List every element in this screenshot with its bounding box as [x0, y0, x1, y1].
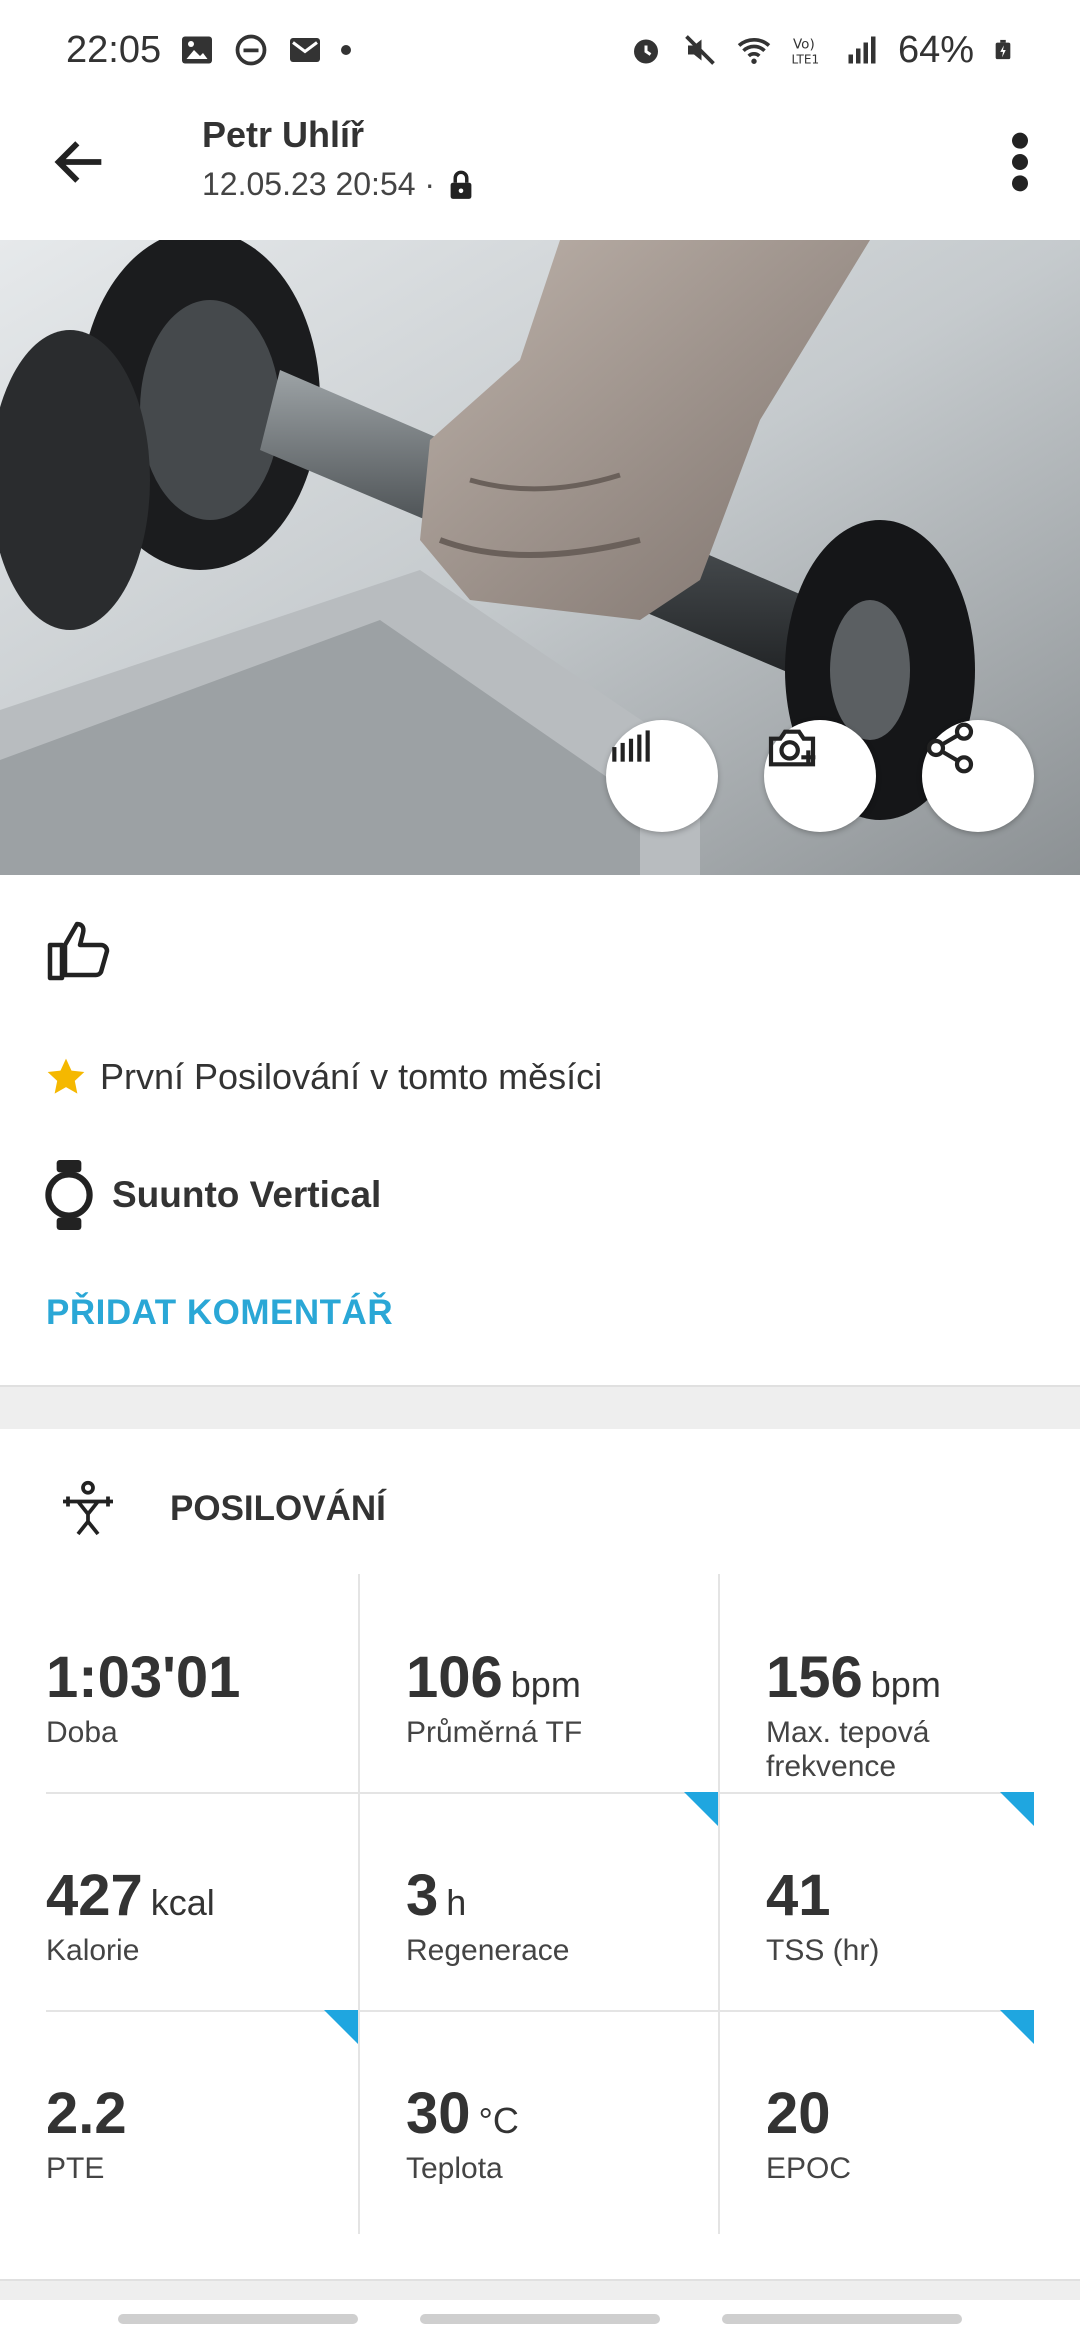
activity-type-title: POSILOVÁNÍ	[170, 1489, 386, 1528]
stat-recovery[interactable]: 3h Regenerace	[406, 1792, 720, 2010]
device-row: Suunto Vertical	[44, 1160, 381, 1230]
gesture-bar	[0, 2300, 1080, 2340]
analysis-icon	[612, 730, 650, 762]
info-corner-marker	[324, 2010, 358, 2044]
gallery-icon	[182, 36, 213, 64]
stat-temperature[interactable]: 30 °C Teplota	[406, 2010, 720, 2228]
mail-icon	[290, 38, 321, 62]
stat-tss[interactable]: 41 TSS (hr)	[766, 1792, 1080, 2010]
wifi-icon	[737, 38, 771, 64]
info-corner-marker	[684, 1792, 718, 1826]
svg-text:LTE1: LTE1	[791, 53, 819, 67]
stat-label: Max. tepová frekvence	[766, 1716, 930, 1783]
stat-value: 106	[406, 1645, 503, 1710]
info-corner-marker	[1000, 1792, 1034, 1826]
stat-value: 20	[766, 2081, 831, 2146]
stat-unit: h	[446, 1882, 467, 1923]
stat-unit: bpm	[510, 1664, 581, 1705]
stat-value: 427	[46, 1863, 143, 1928]
stat-label: Kalorie	[46, 1934, 140, 1967]
stat-label: Doba	[46, 1716, 118, 1749]
stat-label: Průměrná TF	[406, 1716, 583, 1749]
app-header: Petr Uhlíř 12.05.23 20:54 ·	[0, 100, 1080, 240]
stat-value: 41	[766, 1863, 831, 1928]
stats-grid: 1:03'01 Doba 106 bpm Průměrná TF 156 bpm M…	[46, 1574, 1034, 2234]
add-photo-icon	[768, 729, 816, 767]
volte-icon: Vo)LTE1	[791, 37, 819, 67]
stat-value: 30	[406, 2081, 471, 2146]
stat-label: Teplota	[406, 2152, 503, 2185]
activity-datetime: 12.05.23 20:54 ·	[202, 166, 436, 202]
nav-pill[interactable]	[722, 2314, 962, 2324]
star-icon	[47, 1058, 85, 1094]
alarm-icon	[633, 39, 658, 64]
dnd-icon	[235, 34, 267, 66]
stat-unit: kcal	[150, 1882, 215, 1923]
share-icon	[926, 722, 974, 774]
signal-icon	[848, 36, 876, 64]
svg-text:Vo): Vo)	[793, 37, 815, 53]
add-photo-button[interactable]	[764, 720, 876, 832]
activity-info: První Posilování v tomto měsíci Suunto V…	[0, 875, 1080, 1385]
stat-duration[interactable]: 1:03'01 Doba	[46, 1574, 360, 1792]
battery-percent: 64%	[897, 28, 974, 71]
weightlifting-icon	[63, 1480, 113, 1536]
nav-pill[interactable]	[118, 2314, 358, 2324]
add-comment-button[interactable]: PŘIDAT KOMENTÁŘ	[46, 1293, 393, 1333]
user-name: Petr Uhlíř	[202, 114, 365, 155]
share-button[interactable]	[922, 720, 1034, 832]
watch-icon	[45, 1160, 93, 1230]
device-name: Suunto Vertical	[112, 1174, 382, 1215]
info-corner-marker	[1000, 2010, 1034, 2044]
stat-max-hr[interactable]: 156 bpm Max. tepová frekvence	[766, 1574, 1080, 1792]
mute-icon	[685, 35, 715, 65]
status-bar: 22:05 Vo) LTE1 64%	[0, 0, 1080, 100]
stat-label: EPOC	[766, 2152, 852, 2185]
achievement-text: První Posilování v tomto měsíci	[100, 1056, 603, 1097]
battery-charging-icon	[995, 39, 1011, 60]
more-vert-icon[interactable]	[1000, 130, 1040, 194]
stat-unit: °C	[478, 2100, 519, 2141]
achievement-row: První Posilování v tomto měsíci	[44, 1055, 602, 1099]
stat-label: PTE	[46, 2152, 105, 2185]
stat-value: 3	[406, 1863, 439, 1928]
stat-label: Regenerace	[406, 1934, 570, 1967]
lock-icon	[450, 170, 472, 199]
status-time: 22:05	[66, 28, 162, 71]
back-arrow-icon[interactable]	[48, 130, 112, 194]
stat-label: TSS (hr)	[766, 1934, 880, 1967]
dot-icon	[341, 45, 352, 55]
section-divider	[0, 1385, 1080, 1429]
stat-unit: bpm	[870, 1664, 941, 1705]
stat-value: 2.2	[46, 2081, 127, 2146]
activity-type-header: POSILOVÁNÍ	[58, 1479, 386, 1539]
stat-value: 156	[766, 1645, 863, 1710]
dumbbell-photo	[0, 240, 1080, 875]
activity-summary: POSILOVÁNÍ 1:03'01 Doba 106 bpm Průměrná …	[0, 1429, 1080, 2279]
stat-avg-hr[interactable]: 106 bpm Průměrná TF	[406, 1574, 720, 1792]
stat-value: 1:03'01	[46, 1645, 241, 1710]
stat-epoc[interactable]: 20 EPOC	[766, 2010, 1080, 2228]
activity-cover-image	[0, 240, 1080, 875]
nav-pill[interactable]	[420, 2314, 660, 2324]
header-text: Petr Uhlíř 12.05.23 20:54 ·	[202, 114, 475, 203]
stat-pte[interactable]: 2.2 PTE	[46, 2010, 360, 2228]
thumbs-up-icon[interactable]	[44, 915, 116, 987]
header-subtitle: 12.05.23 20:54 ·	[202, 166, 475, 203]
analysis-button[interactable]	[606, 720, 718, 832]
stat-calories[interactable]: 427 kcal Kalorie	[46, 1792, 360, 2010]
